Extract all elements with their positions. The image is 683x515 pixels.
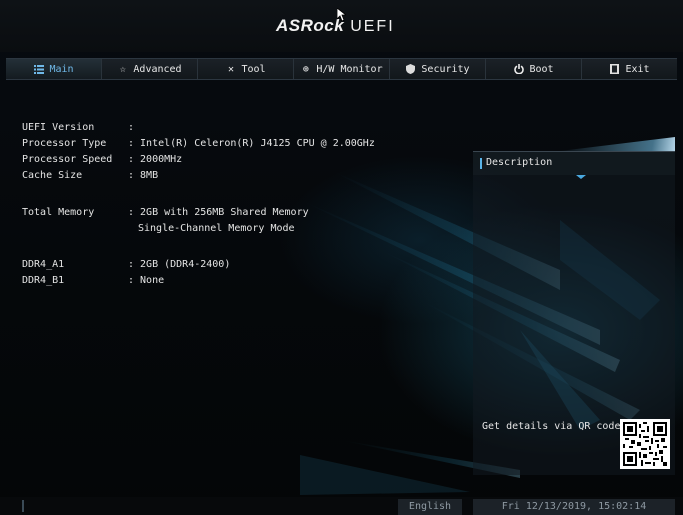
logo-brand: ASRock (276, 16, 345, 35)
mouse-cursor-icon (337, 8, 346, 22)
memory-mode-value: Single-Channel Memory Mode (138, 223, 295, 234)
qr-code-caption: Get details via QR code (482, 421, 621, 432)
tab-advanced[interactable]: ☆ Advanced (102, 59, 198, 79)
star-icon: ☆ (119, 63, 126, 75)
logo-product: UEFI (350, 18, 395, 35)
tab-label: Main (49, 63, 74, 75)
uefi-version-label: UEFI Version (22, 122, 95, 133)
uefi-version-value: : (128, 122, 135, 133)
list-icon (33, 64, 44, 75)
tab-label: H/W Monitor (316, 63, 383, 75)
description-header: Description (473, 151, 675, 175)
exit-icon (609, 64, 620, 75)
tab-hw-monitor[interactable]: ⊕ H/W Monitor (294, 59, 390, 79)
description-arrow-icon (576, 175, 586, 179)
description-title: Description (486, 157, 553, 168)
tab-bar: Main ☆ Advanced ✕ Tool ⊕ H/W Monitor Sec… (6, 58, 677, 80)
tab-label: Advanced (133, 63, 182, 75)
ddr4-a1-value: : 2GB (DDR4-2400) (128, 259, 231, 270)
processor-type-value: : Intel(R) Celeron(R) J4125 CPU @ 2.00GH… (128, 138, 375, 149)
language-selector[interactable]: English (398, 499, 462, 515)
globe-icon: ⊕ (302, 63, 309, 75)
tools-icon: ✕ (227, 63, 234, 75)
tab-label: Boot (529, 63, 554, 75)
total-memory-value: : 2GB with 256MB Shared Memory (128, 207, 309, 218)
processor-type-label: Processor Type (22, 138, 107, 149)
ddr4-b1-label: DDR4_B1 (22, 275, 65, 286)
shield-icon (405, 64, 416, 75)
asrock-uefi-logo: ASRock UEFI (276, 16, 395, 38)
description-accent-bar (480, 158, 482, 169)
tab-main[interactable]: Main (6, 59, 102, 79)
cache-size-value: : 8MB (128, 170, 159, 181)
tab-security[interactable]: Security (390, 59, 486, 79)
cache-size-label: Cache Size (22, 170, 83, 181)
qr-code-icon (620, 419, 670, 469)
processor-speed-value: : 2000MHz (128, 154, 183, 165)
datetime-display: Fri 12/13/2019, 15:02:14 (473, 499, 675, 515)
tab-label: Tool (241, 63, 266, 75)
tab-exit[interactable]: Exit (582, 59, 677, 79)
power-icon (513, 64, 524, 75)
tab-label: Exit (625, 63, 650, 75)
tab-boot[interactable]: Boot (486, 59, 582, 79)
ddr4-a1-label: DDR4_A1 (22, 259, 65, 270)
tab-label: Security (421, 63, 470, 75)
processor-speed-label: Processor Speed (22, 154, 113, 165)
total-memory-label: Total Memory (22, 207, 95, 218)
ddr4-b1-value: : None (128, 275, 165, 286)
tab-tool[interactable]: ✕ Tool (198, 59, 294, 79)
footer-left-marker (22, 500, 24, 512)
